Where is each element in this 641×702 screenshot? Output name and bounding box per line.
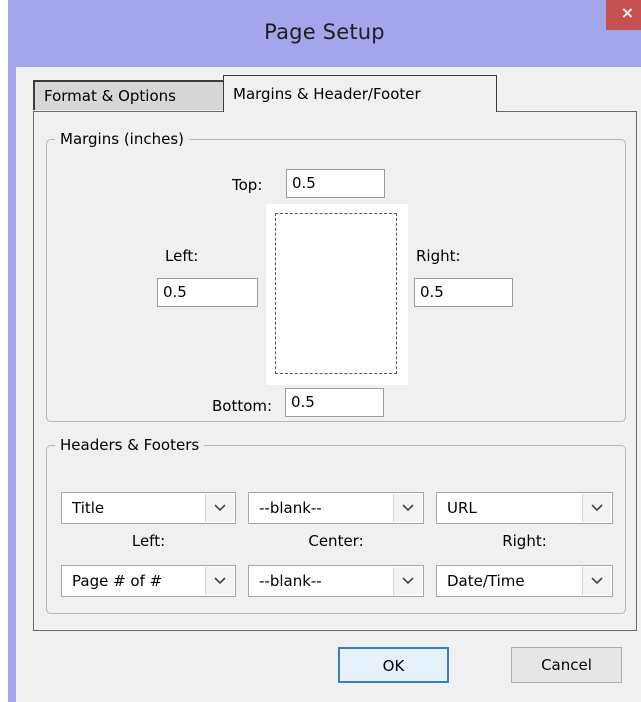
- footer-right-select[interactable]: Date/Time: [436, 565, 613, 597]
- footer-left-value: Page # of #: [72, 572, 163, 590]
- headers-footers-group-label: Headers & Footers: [60, 436, 200, 454]
- margin-preview: [266, 204, 408, 385]
- footer-center-select[interactable]: --blank--: [248, 565, 424, 597]
- page-setup-dialog: Page Setup × Format & Options Margins & …: [0, 0, 641, 702]
- ok-button[interactable]: OK: [338, 647, 449, 683]
- hf-center-label: Center:: [308, 532, 364, 550]
- tab-margins-header-footer[interactable]: Margins & Header/Footer: [223, 75, 497, 112]
- tab-panel: Margins (inches) Top: 0.5 Left: 0.5 Righ…: [33, 111, 637, 631]
- header-left-select[interactable]: Title: [61, 492, 236, 524]
- margin-preview-page: [275, 213, 397, 374]
- chevron-down-icon: [205, 567, 234, 595]
- left-label: Left:: [165, 247, 199, 265]
- right-margin-input[interactable]: 0.5: [414, 278, 513, 307]
- window-frame: [8, 67, 16, 702]
- header-center-select[interactable]: --blank--: [248, 492, 424, 524]
- right-label: Right:: [416, 247, 461, 265]
- close-icon: ×: [620, 3, 635, 22]
- tab-format-options[interactable]: Format & Options: [33, 80, 225, 110]
- header-right-value: URL: [447, 499, 477, 517]
- close-button[interactable]: ×: [606, 0, 641, 30]
- footer-right-value: Date/Time: [447, 572, 525, 590]
- header-left-value: Title: [72, 499, 105, 517]
- margins-group-label: Margins (inches): [60, 130, 184, 148]
- title-bar[interactable]: Page Setup ×: [8, 0, 641, 67]
- header-right-select[interactable]: URL: [436, 492, 613, 524]
- chevron-down-icon: [582, 567, 611, 595]
- chevron-down-icon: [205, 494, 234, 522]
- chevron-down-icon: [393, 567, 422, 595]
- footer-center-value: --blank--: [259, 572, 322, 590]
- hf-right-label: Right:: [502, 532, 547, 550]
- dialog-body: Format & Options Margins & Header/Footer…: [16, 67, 641, 702]
- dialog-title: Page Setup: [264, 20, 385, 44]
- chevron-down-icon: [582, 494, 611, 522]
- cancel-button[interactable]: Cancel: [511, 647, 622, 683]
- bottom-label: Bottom:: [212, 397, 273, 415]
- chevron-down-icon: [393, 494, 422, 522]
- bottom-margin-input[interactable]: 0.5: [285, 388, 384, 417]
- header-center-value: --blank--: [259, 499, 322, 517]
- hf-left-label: Left:: [131, 532, 166, 550]
- top-label: Top:: [232, 176, 263, 194]
- left-margin-input[interactable]: 0.5: [157, 278, 258, 307]
- top-margin-input[interactable]: 0.5: [286, 169, 385, 198]
- footer-left-select[interactable]: Page # of #: [61, 565, 236, 597]
